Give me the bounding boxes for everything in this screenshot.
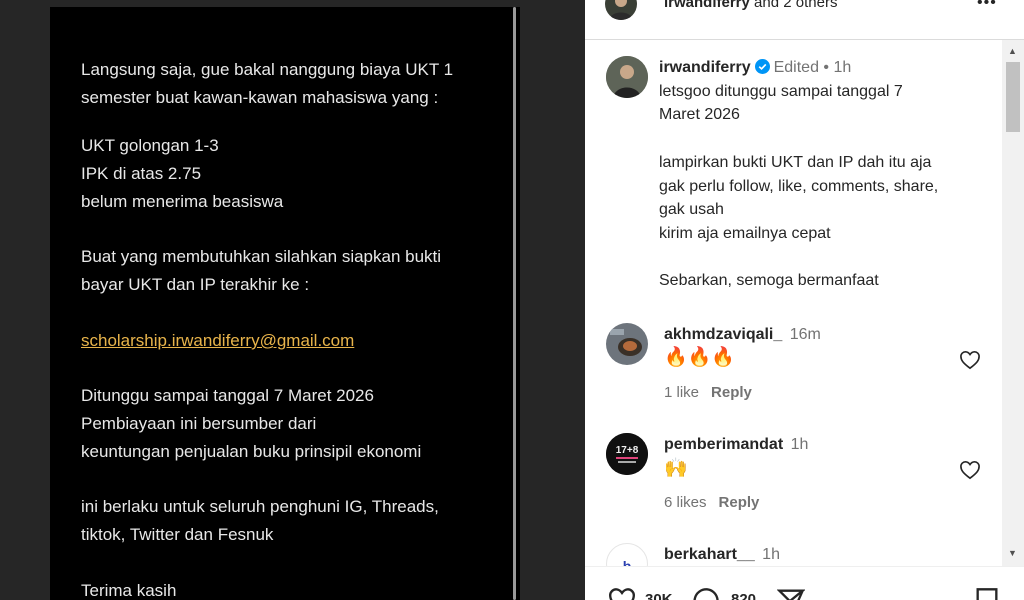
action-bar: 30K 820	[585, 566, 1024, 600]
comment-time: 1h	[790, 436, 809, 453]
comment-avatar[interactable]	[606, 323, 648, 365]
comment-icon[interactable]	[693, 587, 721, 600]
post-image: Langsung saja, gue bakal nanggung biaya …	[50, 7, 520, 600]
post-text-line: Terima kasih	[81, 581, 177, 600]
comment-avatar[interactable]: 17+8	[606, 433, 648, 475]
post-text-line: IPK di atas 2.75	[81, 164, 202, 183]
reply-button[interactable]: Reply	[719, 494, 760, 511]
comment-time: 1h	[762, 546, 780, 563]
caption-username[interactable]: irwandiferry	[659, 59, 751, 76]
post-email-link[interactable]: scholarship.irwandiferry@gmail.com	[81, 331, 354, 351]
reply-button[interactable]: Reply	[711, 384, 752, 401]
caption-line: lampirkan bukti UKT dan IP dah itu aja	[659, 154, 932, 171]
post-text-line: belum menerima beasiswa	[81, 192, 284, 211]
post-text-line: UKT golongan 1-3	[81, 136, 219, 155]
post-text-line: Ditunggu sampai tanggal 7 Maret 2026	[81, 386, 374, 405]
comments-count[interactable]: 820	[731, 591, 756, 600]
comments-panel: irwandiferry and 2 others ••• irwandifer…	[585, 0, 1024, 600]
separator-dot: •	[823, 59, 830, 76]
comment-likes[interactable]: 6 likes	[664, 494, 707, 511]
post-text-line: Pembiayaan ini bersumber dari	[81, 414, 317, 433]
scroll-thumb[interactable]	[1006, 62, 1020, 132]
caption-line: Sebarkan, semoga bermanfaat	[659, 272, 879, 289]
share-icon[interactable]	[777, 587, 805, 600]
avatar-text: 17+8	[616, 445, 639, 456]
post-text-line: Langsung saja, gue bakal nanggung biaya …	[81, 60, 454, 79]
avatar[interactable]	[605, 0, 637, 20]
caption-line: gak usah	[659, 201, 724, 218]
comment-text: 🙌	[664, 458, 688, 479]
caption-time: 1h	[833, 59, 852, 76]
post-scrollbar[interactable]	[513, 7, 516, 600]
comments-scrollbar[interactable]: ▲ ▼	[1002, 40, 1024, 566]
post-text-line: semester buat kawan-kawan mahasiswa yang…	[81, 88, 439, 107]
post-text-line: Buat yang membutuhkan silahkan siapkan b…	[81, 247, 442, 266]
like-heart-icon[interactable]	[959, 350, 981, 370]
comment-footer: 1 like Reply	[664, 384, 752, 401]
post-text-line: keuntungan penjualan buku prinsipil ekon…	[81, 442, 422, 461]
caption-line: gak perlu follow, like, comments, share,	[659, 178, 939, 195]
post-text-line: bayar UKT dan IP terakhir ke :	[81, 275, 310, 294]
caption-avatar[interactable]	[606, 56, 648, 98]
caption-line: letsgoo ditunggu sampai tanggal 7	[659, 83, 903, 100]
comment-username[interactable]: pemberimandat	[664, 436, 783, 453]
like-heart-icon[interactable]	[959, 460, 981, 480]
comment-header: pemberimandat 1h	[664, 436, 808, 454]
caption-line: Maret 2026	[659, 106, 740, 123]
post-text-line: ini berlaku untuk seluruh penghuni IG, T…	[81, 497, 439, 516]
post-header: irwandiferry and 2 others •••	[585, 0, 1024, 40]
comment-header: berkahart__ 1h	[664, 546, 780, 564]
caption-line: kirim aja emailnya cepat	[659, 225, 831, 242]
verified-badge-icon	[754, 59, 770, 74]
header-title: irwandiferry and 2 others	[664, 0, 837, 11]
save-bookmark-icon[interactable]	[975, 587, 999, 600]
like-icon[interactable]	[607, 587, 637, 600]
header-username[interactable]: irwandiferry	[664, 0, 750, 11]
header-others[interactable]: and 2 others	[754, 0, 837, 11]
comment-text: 🔥🔥🔥	[664, 347, 735, 368]
edited-label: Edited	[773, 59, 819, 76]
comment-username[interactable]: akhmdzaviqali_	[664, 326, 782, 343]
comment-likes[interactable]: 1 like	[664, 384, 699, 401]
comment-username[interactable]: berkahart__	[664, 546, 755, 563]
scroll-down-arrow-icon[interactable]: ▼	[1008, 548, 1017, 558]
likes-count[interactable]: 30K	[645, 591, 673, 600]
comment-header: akhmdzaviqali_ 16m	[664, 326, 821, 344]
comment-footer: 6 likes Reply	[664, 494, 759, 511]
caption-header: irwandiferry Edited • 1h	[659, 58, 851, 78]
comment-time: 16m	[789, 326, 821, 343]
scroll-up-arrow-icon[interactable]: ▲	[1008, 46, 1017, 56]
post-text-line: tiktok, Twitter dan Fesnuk	[81, 525, 274, 544]
more-options-icon[interactable]: •••	[977, 0, 997, 12]
